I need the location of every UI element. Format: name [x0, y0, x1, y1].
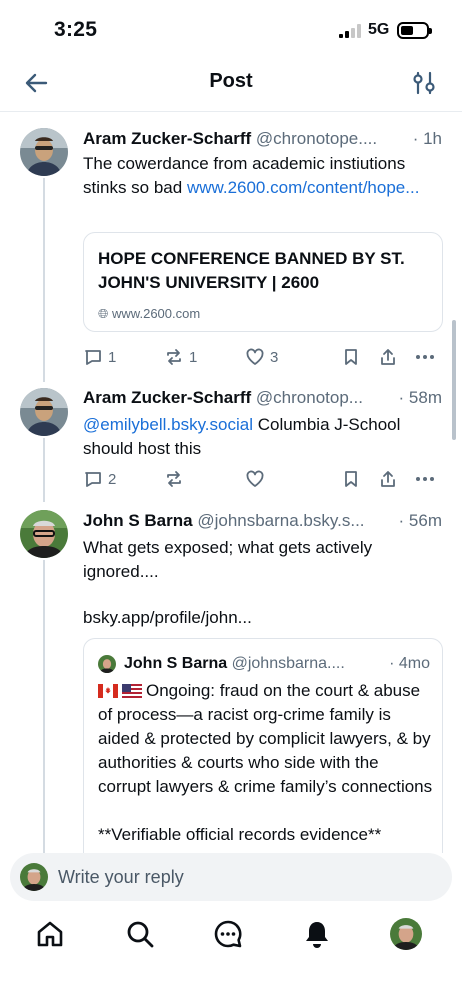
more-icon [416, 355, 434, 359]
post-time: · 1h [408, 128, 442, 150]
heart-icon [246, 348, 264, 365]
reply-icon [85, 472, 101, 487]
author-name[interactable]: Aram Zucker-Scharff [83, 388, 251, 407]
author-name[interactable]: Aram Zucker-Scharff [83, 129, 251, 148]
like-button[interactable]: 3 [245, 345, 278, 369]
author-handle[interactable]: @chronotope.... [256, 129, 377, 148]
link-card-domain-text: www.2600.com [112, 306, 201, 321]
quote-post[interactable]: John S Barna @johnsbarna.... · 4mo Ongoi… [83, 638, 443, 853]
bookmark-icon [345, 471, 357, 487]
tab-bar [0, 910, 462, 970]
share-icon [381, 349, 395, 365]
us-flag-icon [122, 684, 142, 698]
globe-icon: 🌐︎ [98, 306, 109, 321]
more-icon [416, 477, 434, 481]
canada-flag-icon [98, 684, 118, 698]
notifications-icon[interactable] [301, 918, 333, 950]
user-avatar [20, 863, 48, 891]
bookmark-button[interactable] [341, 345, 361, 369]
post-link[interactable]: www.2600.com/content/hope... [187, 178, 419, 197]
network-type: 5G [368, 21, 390, 38]
author-handle[interactable]: @johnsbarna.bsky.s... [197, 511, 364, 530]
status-bar: 3:25 5G [0, 0, 462, 60]
reply-icon [85, 350, 101, 365]
share-icon [381, 471, 395, 487]
reply-composer[interactable]: Write your reply [10, 853, 452, 901]
post-text: The cowerdance from academic instiutions… [83, 152, 443, 200]
reply-button[interactable]: 1 [83, 345, 116, 369]
author-handle[interactable]: @chronotop... [256, 388, 363, 407]
post-text: @emilybell.bsky.social Columbia J-School… [83, 413, 443, 461]
post-meta: John S Barna @johnsbarna.bsky.s... · 56m [83, 510, 448, 532]
home-icon[interactable] [34, 918, 66, 950]
reply-button[interactable]: 2 [83, 467, 116, 491]
reply-placeholder[interactable]: Write your reply [58, 867, 184, 888]
more-button[interactable] [415, 345, 435, 369]
like-count: 3 [270, 348, 279, 366]
post-actions: 1 1 3 [83, 345, 443, 369]
bookmark-icon [345, 349, 357, 365]
link-card-title: HOPE CONFERENCE BANNED BY ST. JOHN'S UNI… [98, 249, 405, 292]
quote-body: Ongoing: fraud on the court & abuse of p… [98, 681, 433, 796]
quote-author-handle: @johnsbarna.... [231, 655, 345, 672]
post-meta: Aram Zucker-Scharff @chronotope.... · 1h [83, 128, 448, 150]
share-button[interactable] [378, 345, 398, 369]
quote-cut-text: **Verifiable official records evidence** [98, 825, 382, 844]
post-text: What gets exposed; what gets actively ig… [83, 538, 373, 581]
repost-button[interactable]: 1 [164, 345, 197, 369]
quote-time: · 4mo [385, 653, 430, 675]
battery-icon [397, 22, 432, 39]
repost-count: 1 [189, 348, 198, 366]
quote-author-name: John S Barna [124, 655, 228, 672]
mention-link[interactable]: @emilybell.bsky.social [83, 415, 253, 434]
status-time: 3:25 [54, 18, 98, 41]
more-button[interactable] [415, 467, 435, 491]
bookmark-button[interactable] [341, 467, 361, 491]
repost-icon [167, 471, 181, 487]
reply-count: 1 [108, 348, 117, 366]
post-link[interactable]: bsky.app/profile/john... [83, 606, 443, 630]
reply-count: 2 [108, 470, 117, 488]
post-time: · 58m [394, 387, 442, 409]
post-time: · 56m [394, 510, 442, 532]
post-actions: 2 [83, 467, 443, 491]
sliders-icon[interactable] [410, 68, 438, 98]
repost-icon [167, 349, 181, 365]
share-button[interactable] [378, 467, 398, 491]
quote-meta: John S Barna @johnsbarna.... · 4mo [124, 653, 430, 675]
post-item[interactable]: John S Barna @johnsbarna.bsky.s... · 56m… [0, 510, 462, 630]
link-card[interactable]: HOPE CONFERENCE BANNED BY ST. JOHN'S UNI… [83, 232, 443, 332]
author-name[interactable]: John S Barna [83, 511, 193, 530]
post-meta: Aram Zucker-Scharff @chronotop... · 58m [83, 387, 448, 409]
search-icon[interactable] [124, 918, 156, 950]
quote-text: Ongoing: fraud on the court & abuse of p… [98, 679, 434, 847]
chat-icon[interactable] [212, 918, 244, 950]
like-button[interactable] [245, 467, 265, 491]
post-header: Post [0, 60, 462, 112]
quote-avatar [98, 655, 116, 673]
scrollbar[interactable] [452, 320, 456, 440]
signal-icon [339, 24, 361, 38]
profile-avatar[interactable] [390, 918, 422, 950]
repost-button[interactable] [164, 467, 184, 491]
link-card-domain: 🌐︎ www.2600.com [98, 306, 200, 322]
page-title: Post [209, 70, 253, 92]
heart-icon [246, 470, 264, 487]
